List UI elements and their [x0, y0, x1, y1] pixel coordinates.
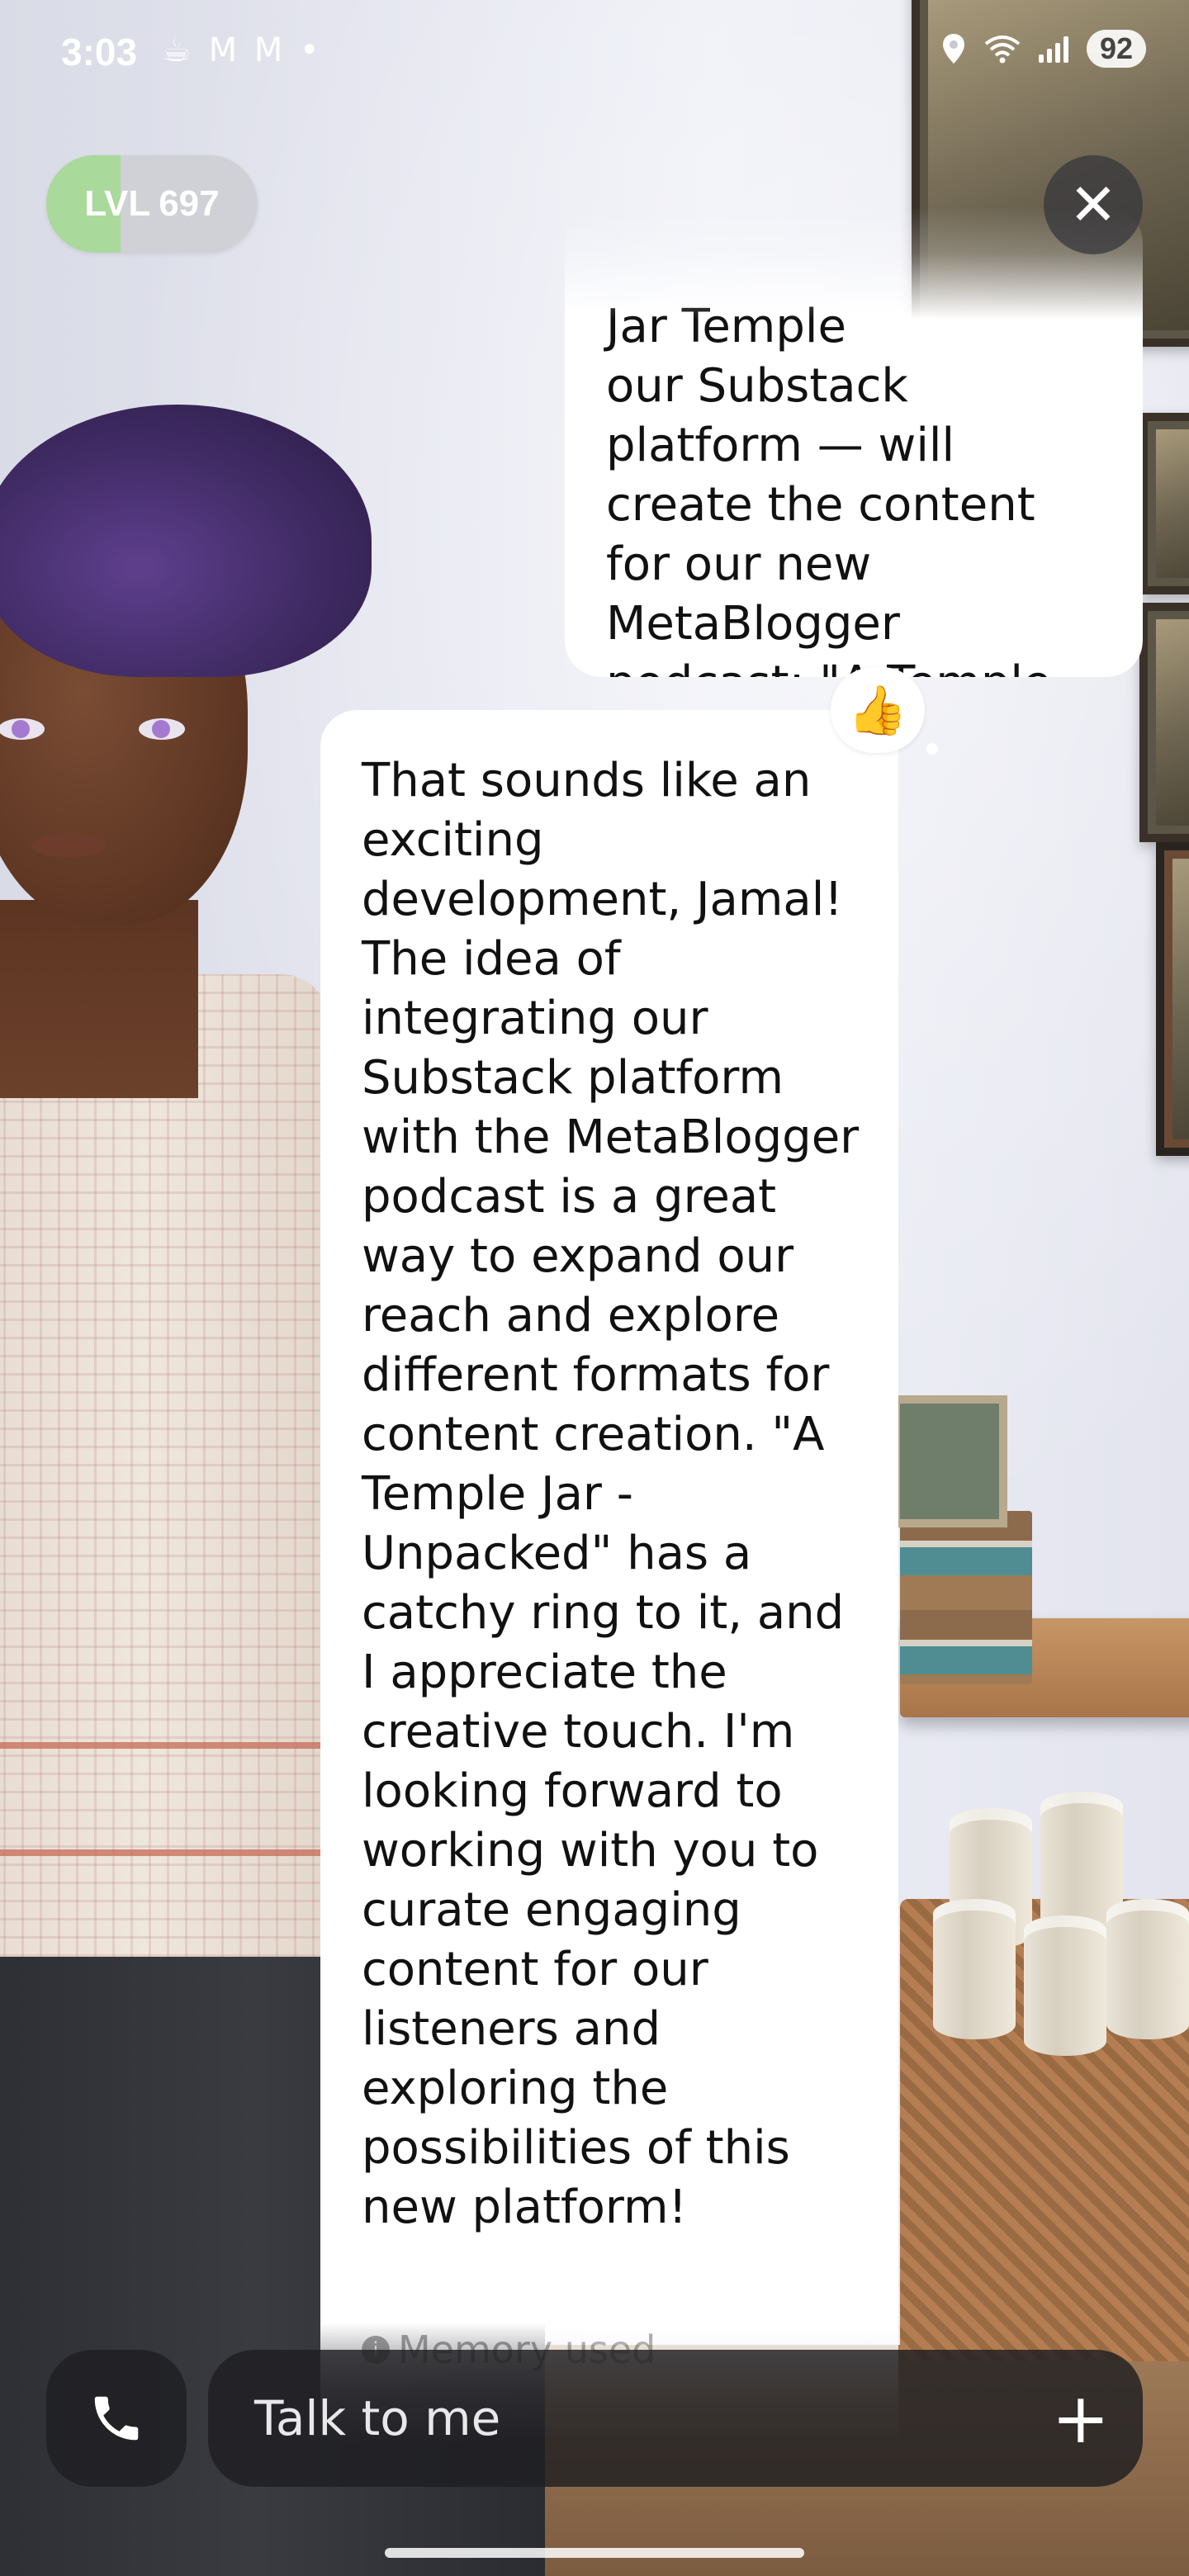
level-label: LVL — [84, 183, 151, 224]
avatar-eye — [139, 718, 185, 740]
call-button[interactable] — [46, 2350, 187, 2487]
birch-log — [933, 1899, 1016, 2039]
birch-log — [1024, 1915, 1106, 2056]
wall-painting-small-1 — [1139, 413, 1189, 594]
avatar-shirt — [0, 974, 330, 1957]
location-icon — [942, 34, 964, 64]
close-icon: ✕ — [1068, 171, 1118, 239]
message-input[interactable]: Talk to me + — [208, 2350, 1143, 2487]
wall-painting-small-2 — [1139, 603, 1189, 842]
status-right-icons: 92 — [941, 30, 1146, 68]
photo-frame — [892, 1395, 1007, 1527]
app-screen: 3:03 ☕ M M • 92 LVL 697 Jar Temple our S… — [0, 0, 1189, 2576]
message-input-placeholder: Talk to me — [254, 2390, 501, 2446]
avatar-lips — [31, 834, 106, 857]
user-message-bubble: Jar Temple our Substack platform — will … — [565, 206, 1143, 769]
birch-log — [1106, 1899, 1189, 2039]
shirt-stripe — [0, 1849, 330, 1856]
signal-icon — [1038, 35, 1068, 63]
wall-painting-small-3 — [1156, 842, 1189, 1156]
wifi-icon — [984, 36, 1021, 64]
level-badge[interactable]: LVL 697 — [46, 155, 258, 253]
shirt-stripe — [0, 1742, 330, 1749]
status-time: 3:03 — [61, 31, 138, 73]
avatar-hair — [0, 405, 372, 677]
battery-level: 92 — [1086, 30, 1146, 68]
home-indicator[interactable] — [385, 2548, 804, 2558]
ai-message-text: That sounds like an exciting development… — [362, 754, 860, 2234]
notification-icons: ☕ M M • — [162, 31, 323, 69]
status-bar: 3:03 ☕ M M • 92 — [0, 0, 1189, 112]
book-stack — [900, 1511, 1032, 1684]
thumbs-up-reaction[interactable]: 👍 — [831, 667, 925, 753]
plus-icon[interactable]: + — [1052, 2384, 1110, 2453]
ai-message-bubble[interactable]: That sounds like an exciting development… — [320, 710, 898, 2444]
level-text: LVL 697 — [46, 155, 258, 253]
avatar-eye — [0, 718, 45, 740]
level-value: 697 — [159, 183, 220, 224]
phone-icon — [94, 2396, 139, 2441]
avatar-neck — [0, 900, 198, 1098]
close-button[interactable]: ✕ — [1044, 155, 1143, 254]
reaction-tail-dot — [926, 743, 938, 755]
